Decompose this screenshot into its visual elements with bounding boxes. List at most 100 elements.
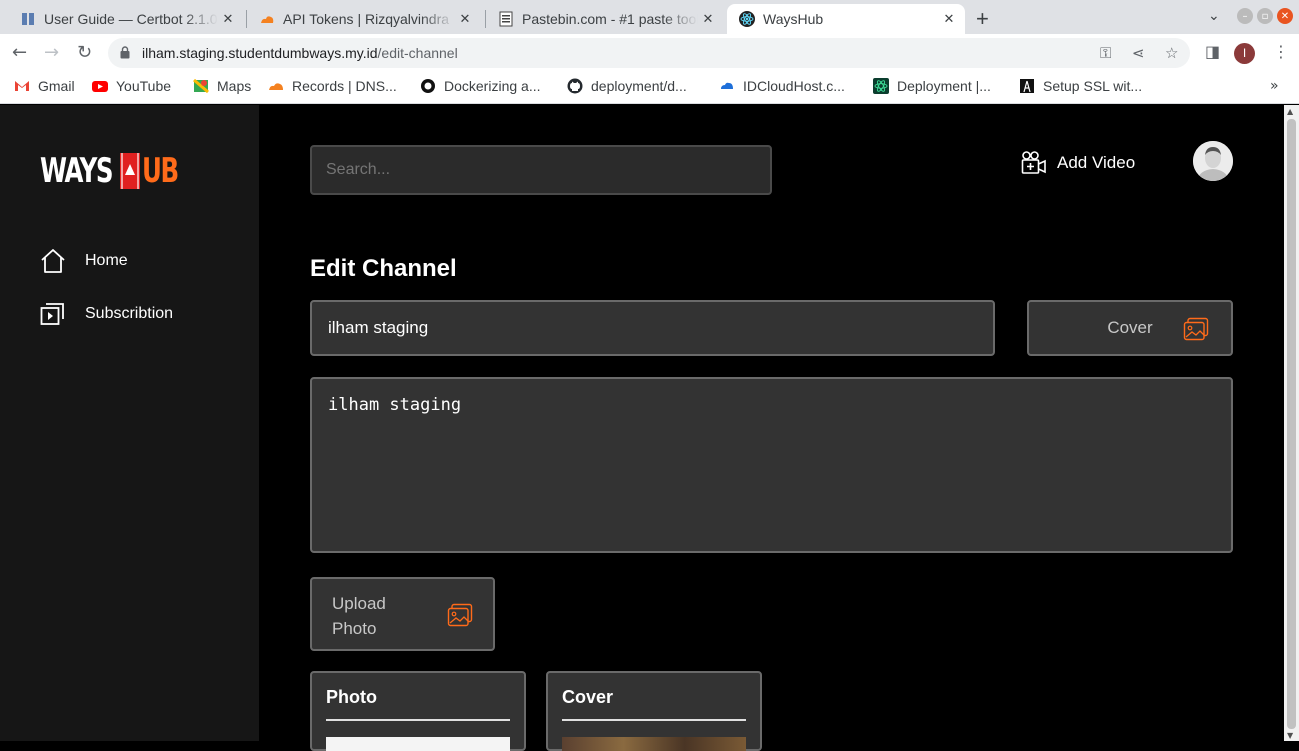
react-icon xyxy=(739,11,755,27)
bookmark-label: Records | DNS... xyxy=(292,78,397,94)
maps-icon xyxy=(193,78,209,94)
menu-icon[interactable]: ⋮ xyxy=(1273,42,1289,61)
react-icon xyxy=(873,78,889,94)
browser-toolbar: ← → ↻ ilham.staging.studentdumbways.my.i… xyxy=(0,34,1299,72)
cover-preview-image xyxy=(562,737,746,751)
book-icon xyxy=(22,13,34,25)
browser-tab-active[interactable]: WaysHub ✕ xyxy=(727,4,965,34)
divider xyxy=(326,719,510,721)
image-upload-icon xyxy=(1183,317,1209,341)
star-icon[interactable]: ☆ xyxy=(1165,44,1178,62)
subscription-icon xyxy=(40,303,64,325)
cover-preview-card: Cover xyxy=(546,671,762,751)
key-icon[interactable]: ⚿ xyxy=(1100,44,1111,62)
bookmark-label: deployment/d... xyxy=(591,78,687,94)
bookmark-deployment-github[interactable]: deployment/d... xyxy=(567,78,687,94)
bookmark-deployment[interactable]: Deployment |... xyxy=(873,78,991,94)
sidebar-item-home[interactable]: Home xyxy=(40,248,128,274)
bookmark-label: Deployment |... xyxy=(897,78,991,94)
forward-icon[interactable]: → xyxy=(44,42,59,63)
cloudflare-icon xyxy=(261,16,274,23)
url-text: ilham.staging.studentdumbways.my.id/edit… xyxy=(142,45,458,61)
profile-avatar[interactable]: I xyxy=(1234,43,1255,64)
browser-tab-bar: User Guide — Certbot 2.1.0 ✕ API Tokens … xyxy=(0,0,1299,34)
logo-play-mark-icon xyxy=(120,153,141,189)
close-icon[interactable]: ✕ xyxy=(939,11,959,27)
address-bar[interactable]: ilham.staging.studentdumbways.my.id/edit… xyxy=(108,38,1190,68)
add-video-label: Add Video xyxy=(1057,153,1136,172)
bookmark-youtube[interactable]: YouTube xyxy=(92,78,171,94)
tab-title: WaysHub xyxy=(763,11,824,27)
bookmark-label: IDCloudHost.c... xyxy=(743,78,845,94)
tower-icon xyxy=(1020,79,1034,93)
upload-photo-button[interactable]: Upload Photo xyxy=(310,577,495,651)
close-icon[interactable]: ✕ xyxy=(455,11,475,27)
bookmark-setup-ssl[interactable]: Setup SSL wit... xyxy=(1019,78,1142,94)
close-icon[interactable]: ✕ xyxy=(698,11,718,27)
browser-tab[interactable]: Pastebin.com - #1 paste tool ✕ xyxy=(486,4,724,34)
home-icon xyxy=(41,249,65,273)
wayshub-logo[interactable]: WAYS UB xyxy=(40,151,192,191)
more-bookmarks-icon[interactable]: » xyxy=(1270,78,1279,94)
bookmark-label: Setup SSL wit... xyxy=(1043,78,1143,94)
page-scrollbar[interactable]: ▲ ▼ xyxy=(1284,105,1299,741)
tab-title: Pastebin.com - #1 paste tool xyxy=(522,11,698,27)
channel-description-textarea[interactable]: ilham staging xyxy=(310,377,1233,553)
reload-icon[interactable]: ↻ xyxy=(77,42,92,63)
photo-preview-image xyxy=(326,737,510,751)
url-path: /edit-channel xyxy=(377,45,458,61)
share-icon[interactable]: ⋖ xyxy=(1132,44,1145,62)
bookmark-gmail[interactable]: Gmail xyxy=(14,78,75,94)
cloud-icon xyxy=(721,82,733,89)
search-input[interactable] xyxy=(310,145,772,195)
sidebar: WAYS UB Home Subscribtion xyxy=(0,105,259,741)
image-upload-icon xyxy=(447,603,473,627)
minimize-icon[interactable]: – xyxy=(1237,8,1253,24)
side-panel-icon[interactable]: ◨ xyxy=(1205,42,1220,61)
page-title: Edit Channel xyxy=(310,255,457,282)
tab-title: API Tokens | Rizqyalvindra xyxy=(283,11,450,27)
bookmark-label: YouTube xyxy=(116,78,172,94)
user-avatar-icon xyxy=(1193,141,1233,181)
logo-text-right: UB xyxy=(142,151,179,191)
add-video-button[interactable]: Add Video xyxy=(1021,150,1135,176)
sidebar-item-label: Home xyxy=(85,252,128,269)
bookmark-idcloudhost[interactable]: IDCloudHost.c... xyxy=(719,78,845,94)
maximize-icon[interactable]: ▫ xyxy=(1257,8,1273,24)
lock-icon xyxy=(120,46,130,59)
bookmark-maps[interactable]: Maps xyxy=(193,78,251,94)
sidebar-item-label: Subscribtion xyxy=(85,305,174,322)
cloudflare-icon xyxy=(269,83,283,90)
wayshub-app: WAYS UB Home Subscribtion Add Vi xyxy=(0,105,1284,751)
sidebar-item-subscription[interactable]: Subscribtion xyxy=(40,301,173,327)
cover-upload-button[interactable]: Cover xyxy=(1027,300,1233,356)
bookmark-label: Dockerizing a... xyxy=(444,78,541,94)
close-icon[interactable]: ✕ xyxy=(218,11,238,27)
browser-tab[interactable]: User Guide — Certbot 2.1.0 ✕ xyxy=(8,4,244,34)
new-tab-icon[interactable]: + xyxy=(976,6,989,32)
bookmark-label: Maps xyxy=(217,78,252,94)
browser-tab[interactable]: API Tokens | Rizqyalvindra ✕ xyxy=(247,4,481,34)
bookmark-dockerizing[interactable]: Dockerizing a... xyxy=(420,78,540,94)
back-icon[interactable]: ← xyxy=(12,42,27,63)
preview-title: Photo xyxy=(326,687,377,707)
logo-text-left: WAYS xyxy=(40,151,114,191)
youtube-icon xyxy=(92,81,108,92)
url-host: ilham.staging.studentdumbways.my.id xyxy=(142,45,378,61)
pastebin-icon xyxy=(499,11,513,27)
bookmark-records-dns[interactable]: Records | DNS... xyxy=(268,78,397,94)
scrollbar-thumb[interactable] xyxy=(1287,119,1296,729)
scroll-down-icon[interactable]: ▼ xyxy=(1287,731,1293,740)
tab-search-chevron-icon[interactable]: ⌄ xyxy=(1208,8,1220,24)
photo-preview-card: Photo xyxy=(310,671,526,751)
scroll-up-icon[interactable]: ▲ xyxy=(1287,107,1293,116)
bookmarks-bar: Gmail YouTube Maps Records | DNS... Dock… xyxy=(0,72,1299,104)
gmail-icon xyxy=(15,81,29,91)
window-close-icon[interactable]: ✕ xyxy=(1277,8,1293,24)
github-icon xyxy=(567,78,583,94)
cover-upload-label: Cover xyxy=(1107,318,1153,337)
video-camera-add-icon xyxy=(1021,151,1046,174)
user-avatar[interactable] xyxy=(1193,141,1233,181)
upload-photo-label: Upload Photo xyxy=(332,594,386,638)
channel-name-input[interactable] xyxy=(310,300,995,356)
